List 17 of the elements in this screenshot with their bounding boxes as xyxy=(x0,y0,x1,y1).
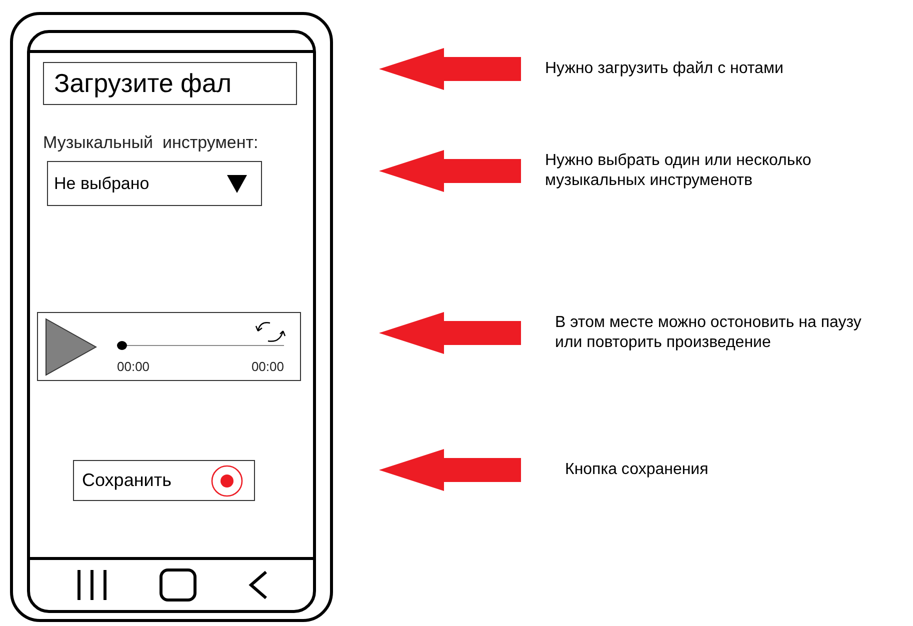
play-icon[interactable] xyxy=(45,318,97,376)
instrument-label: Музыкальный инструмент: xyxy=(43,133,258,153)
annotation-text: Нужно загрузить файл с нотами xyxy=(545,59,784,79)
save-button[interactable]: Сохранить xyxy=(73,460,255,501)
home-icon[interactable] xyxy=(158,568,196,602)
progress-thumb[interactable] xyxy=(117,340,127,350)
annotation-text: Кнопка сохранения xyxy=(565,460,708,480)
record-icon xyxy=(210,464,244,498)
elapsed-time: 00:00 xyxy=(117,359,150,374)
back-icon[interactable] xyxy=(248,570,268,600)
file-input-field[interactable]: Загрузите фал xyxy=(43,62,297,105)
recent-apps-icon[interactable] xyxy=(76,570,108,600)
total-time: 00:00 xyxy=(251,359,284,374)
annotation-text: В этом месте можно остоновить на паузу или повторить произведение xyxy=(555,313,862,353)
caret-icon xyxy=(227,174,247,192)
annotation-text: Нужно выбрать один или несколько музыкальных инструменотв xyxy=(545,151,812,191)
instrument-dropdown[interactable]: Не выбрано xyxy=(47,161,262,206)
